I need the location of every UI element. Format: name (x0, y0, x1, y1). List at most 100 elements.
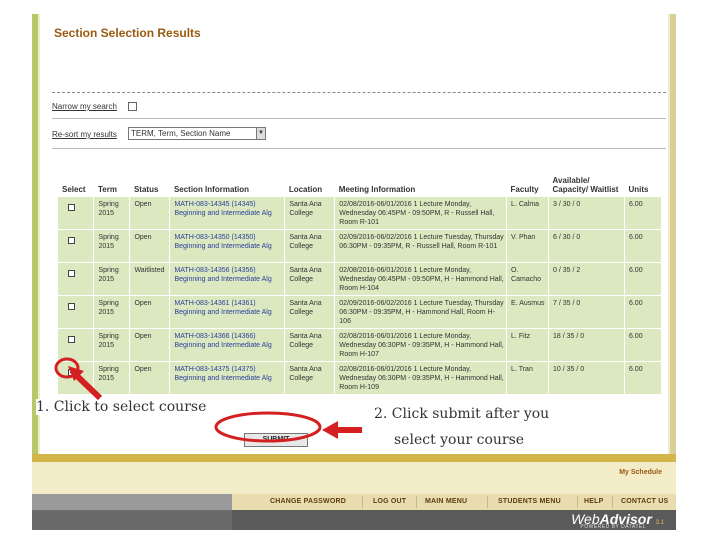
annotation-step1: 1. Click to select course (36, 399, 207, 415)
dropdown-arrow-icon[interactable]: ▼ (256, 128, 265, 139)
row-faculty: L. Calma (506, 195, 550, 229)
row-meeting: 02/09/2016-06/02/2016 1 Lecture Tuesday,… (334, 228, 508, 262)
row-units: 6.00 (624, 327, 663, 361)
nav-students-menu[interactable]: STUDENTS MENU (498, 498, 561, 505)
row-select-cell: ✓ (58, 360, 95, 394)
nav-contact-us[interactable]: CONTACT US (621, 498, 668, 505)
row-units: 6.00 (624, 228, 663, 262)
footer-nav: CHANGE PASSWORD LOG OUT MAIN MENU STUDEN… (32, 494, 676, 510)
bottom-band (32, 454, 676, 462)
row-status: Open (129, 294, 171, 328)
row-units: 6.00 (624, 360, 663, 394)
row-status: Open (129, 327, 171, 361)
row-term: Spring 2015 (93, 327, 131, 361)
row-select-checkbox[interactable] (68, 302, 75, 310)
nav-help[interactable]: HELP (584, 498, 603, 505)
row-faculty: L. Tran (506, 360, 550, 394)
row-select-checkbox[interactable] (68, 203, 75, 211)
row-term: Spring 2015 (93, 294, 131, 328)
nav-change-password[interactable]: CHANGE PASSWORD (270, 498, 346, 505)
row-meeting: 02/08/2016-06/01/2016 1 Lecture Monday, … (334, 195, 508, 229)
row-select-cell (58, 228, 95, 262)
nav-separator (416, 496, 417, 508)
row-location: Santa Ana College (284, 294, 336, 328)
row-status: Open (129, 195, 171, 229)
results-table: Select Term Status Section Information L… (58, 162, 663, 394)
divider (52, 118, 666, 119)
sort-select[interactable]: TERM, Term, Section Name ▼ (128, 127, 266, 140)
sort-select-value: TERM, Term, Section Name (131, 129, 231, 138)
row-select-checkbox[interactable]: ✓ (68, 368, 75, 376)
row-section-cell: MATH-083-14366 (14366) Beginning and Int… (169, 327, 286, 361)
row-location: Santa Ana College (284, 327, 336, 361)
row-select-checkbox[interactable] (68, 236, 75, 244)
row-term: Spring 2015 (93, 360, 131, 394)
row-faculty: O. Camacho (506, 261, 550, 295)
row-section-cell: MATH-083-14345 (14345) Beginning and Int… (169, 195, 286, 229)
my-schedule-link[interactable]: My Schedule (619, 469, 662, 476)
divider (52, 148, 666, 149)
narrow-search-label: Narrow my search (52, 102, 117, 111)
col-header-select: Select (58, 162, 94, 196)
col-header-units: Units (624, 162, 662, 196)
nav-log-out[interactable]: LOG OUT (373, 498, 406, 505)
row-section-cell: MATH-083-14361 (14361) Beginning and Int… (169, 294, 286, 328)
row-units: 6.00 (624, 195, 663, 229)
row-section-link[interactable]: MATH-083-14366 (14366) Beginning and Int… (174, 333, 271, 349)
row-availability: 3 / 30 / 0 (548, 195, 625, 229)
col-header-availability: Available/ Capacity/ Waitlist (548, 162, 625, 196)
row-availability: 0 / 35 / 2 (548, 261, 625, 295)
footer-bar: WebAdvisor 3.1 POWERED BY DATATEL (32, 510, 676, 530)
left-border-strip (32, 14, 38, 454)
row-section-link[interactable]: MATH-083-14356 (14356) Beginning and Int… (174, 267, 271, 283)
row-meeting: 02/09/2016-06/02/2016 1 Lecture Tuesday,… (334, 294, 508, 328)
row-term: Spring 2015 (93, 261, 131, 295)
row-select-checkbox[interactable] (68, 335, 75, 343)
row-units: 6.00 (624, 261, 663, 295)
logo-powered-by: POWERED BY DATATEL (580, 524, 646, 530)
main-content: Section Selection Results Narrow my sear… (40, 14, 668, 454)
row-meeting: 02/08/2016-06/01/2016 1 Lecture Monday, … (334, 261, 508, 295)
row-status: Waitlisted (129, 261, 171, 295)
footer-dark-panel (32, 510, 232, 530)
row-term: Spring 2015 (93, 195, 131, 229)
row-status: Open (129, 360, 171, 394)
row-availability: 10 / 35 / 0 (548, 360, 625, 394)
row-faculty: L. Fitz (506, 327, 550, 361)
row-status: Open (129, 228, 171, 262)
row-faculty: E. Ausmus (506, 294, 550, 328)
row-section-link[interactable]: MATH-083-14345 (14345) Beginning and Int… (174, 201, 271, 217)
divider (52, 92, 666, 93)
row-availability: 18 / 35 / 0 (548, 327, 625, 361)
nav-dark-panel (32, 494, 232, 510)
table-row: ✓ Spring 2015 Open MATH-083-14375 (14375) B… (58, 360, 663, 394)
row-select-checkbox[interactable] (68, 269, 75, 277)
row-location: Santa Ana College (284, 360, 336, 394)
row-section-link[interactable]: MATH-083-14361 (14361) Beginning and Int… (174, 300, 271, 316)
narrow-search-checkbox[interactable] (128, 102, 137, 111)
page-title: Section Selection Results (54, 26, 201, 40)
col-header-meeting: Meeting Information (334, 162, 507, 196)
row-meeting: 02/08/2016-06/01/2016 1 Lecture Monday, … (334, 327, 508, 361)
row-section-cell: MATH-083-14356 (14356) Beginning and Int… (169, 261, 286, 295)
row-term: Spring 2015 (93, 228, 131, 262)
row-location: Santa Ana College (284, 228, 336, 262)
nav-main-menu[interactable]: MAIN MENU (425, 498, 467, 505)
right-border-strip (670, 14, 676, 454)
annotation-step2-line2: select your course (394, 432, 525, 448)
logo-version: 3.1 (655, 520, 664, 526)
row-availability: 6 / 30 / 0 (548, 228, 625, 262)
row-location: Santa Ana College (284, 195, 336, 229)
table-row: Spring 2015 Waitlisted MATH-083-14356 (143… (58, 261, 663, 295)
col-header-faculty: Faculty (506, 162, 549, 196)
row-location: Santa Ana College (284, 261, 336, 295)
row-select-cell (58, 195, 95, 229)
table-header-row: Select Term Status Section Information L… (58, 162, 662, 196)
submit-button[interactable]: SUBMIT (244, 433, 308, 447)
row-section-cell: MATH-083-14350 (14350) Beginning and Int… (169, 228, 286, 262)
row-section-link[interactable]: MATH-083-14375 (14375) Beginning and Int… (174, 366, 271, 382)
row-section-link[interactable]: MATH-083-14350 (14350) Beginning and Int… (174, 234, 271, 250)
nav-separator (362, 496, 363, 508)
row-faculty: V. Phan (506, 228, 550, 262)
row-meeting: 02/08/2016-06/01/2016 1 Lecture Monday, … (334, 360, 508, 394)
